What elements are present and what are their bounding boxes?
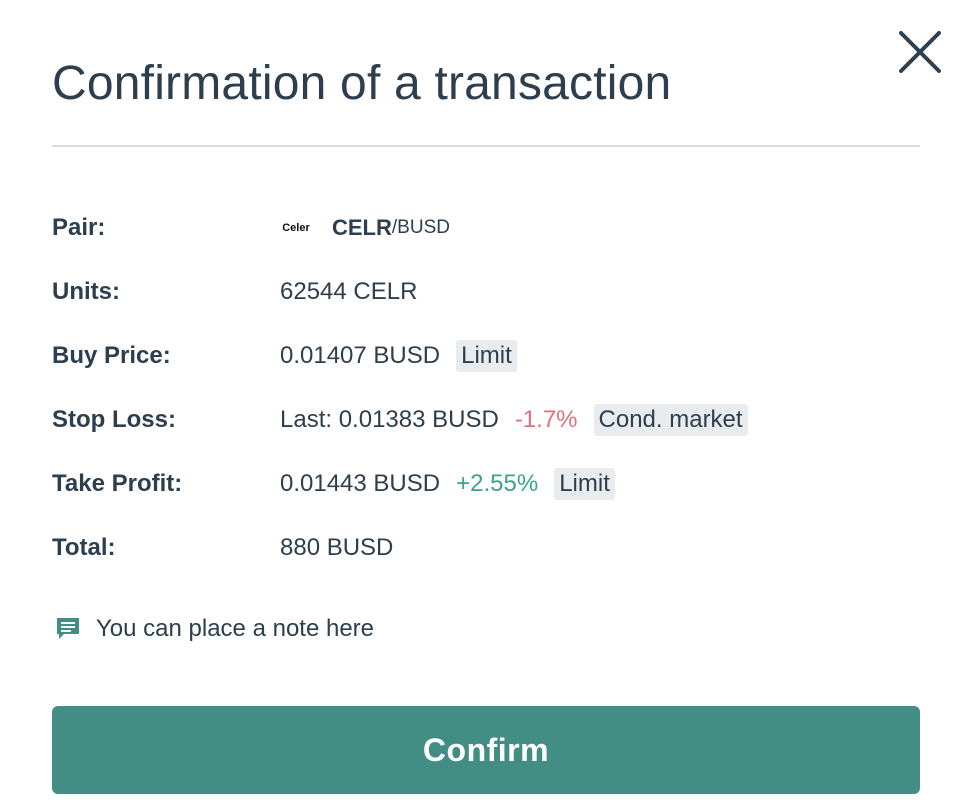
take-profit-row: Take Profit: 0.01443 BUSD +2.55% Limit	[52, 466, 615, 502]
units-label: Units:	[52, 278, 120, 305]
stop-loss-value-group: Last: 0.01383 BUSD -1.7% Cond. market	[280, 404, 748, 436]
pair-value: Celer CELR /BUSD	[280, 215, 450, 241]
take-profit-value-group: 0.01443 BUSD +2.55% Limit	[280, 468, 615, 500]
dialog-title: Confirmation of a transaction	[52, 57, 672, 110]
units-row: Units: 62544 CELR	[52, 274, 417, 310]
take-profit-change: +2.55%	[456, 470, 539, 497]
total-row: Total: 880 BUSD	[52, 530, 393, 566]
units-value: 62544 CELR	[280, 278, 418, 305]
add-note-link[interactable]: You can place a note here	[52, 611, 374, 647]
note-text: You can place a note here	[96, 615, 375, 642]
close-icon	[899, 31, 941, 73]
stop-loss-label: Stop Loss:	[52, 406, 176, 433]
take-profit-label: Take Profit:	[52, 470, 183, 497]
order-type-badge: Limit	[456, 340, 517, 372]
total-label: Total:	[52, 534, 116, 561]
close-button[interactable]	[897, 29, 943, 75]
take-profit-value: 0.01443 BUSD	[280, 470, 441, 497]
confirm-button[interactable]: Confirm	[52, 706, 920, 794]
order-type-badge: Limit	[554, 468, 615, 500]
comment-icon	[52, 613, 84, 645]
pair-row: Pair: Celer CELR /BUSD	[52, 210, 450, 246]
stop-loss-row: Stop Loss: Last: 0.01383 BUSD -1.7% Cond…	[52, 402, 748, 438]
buy-price-value-group: 0.01407 BUSD Limit	[280, 340, 517, 372]
pair-quote: /BUSD	[391, 217, 450, 238]
stop-loss-value: Last: 0.01383 BUSD	[280, 406, 499, 433]
buy-price-label: Buy Price:	[52, 342, 171, 369]
buy-price-row: Buy Price: 0.01407 BUSD Limit	[52, 338, 517, 374]
total-value: 880 BUSD	[280, 534, 394, 561]
stop-loss-change: -1.7%	[514, 406, 578, 433]
pair-base: CELR	[332, 215, 392, 240]
celer-logo: Celer	[282, 222, 310, 234]
title-divider	[52, 145, 920, 147]
order-type-badge: Cond. market	[593, 404, 748, 436]
confirmation-dialog: Confirmation of a transaction Pair: Cele…	[0, 0, 962, 812]
buy-price-value: 0.01407 BUSD	[280, 342, 441, 369]
pair-label: Pair:	[52, 214, 106, 241]
